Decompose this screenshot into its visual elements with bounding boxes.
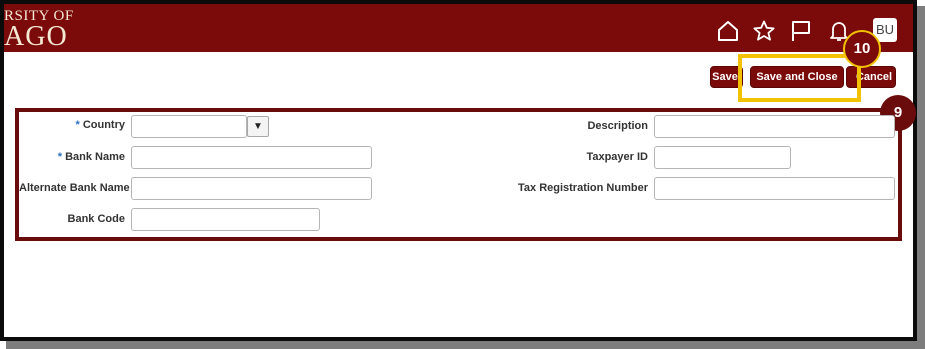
alternate-bank-name-label: Alternate Bank Name [19, 182, 130, 194]
home-icon[interactable] [716, 19, 740, 43]
country-select[interactable] [131, 115, 247, 138]
taxpayer-id-label: Taxpayer ID [586, 151, 648, 163]
country-label: * Country [75, 119, 125, 131]
tax-registration-number-input[interactable] [654, 177, 895, 200]
app-header: RSITY OF AGO BU [4, 4, 913, 52]
bank-code-input[interactable] [131, 208, 320, 231]
star-icon[interactable] [752, 19, 776, 43]
bank-code-label: Bank Code [67, 213, 125, 225]
description-input[interactable] [654, 115, 895, 138]
bank-name-input[interactable] [131, 146, 372, 169]
alternate-bank-name-input[interactable] [131, 177, 372, 200]
required-marker: * [75, 119, 80, 131]
tax-registration-number-label: Tax Registration Number [518, 182, 648, 194]
flag-icon[interactable] [789, 19, 813, 43]
required-marker: * [57, 151, 63, 163]
step-10-badge: 10 [843, 30, 881, 68]
app-window: RSITY OF AGO BU Save Save and Close Canc… [0, 0, 917, 341]
logo-line2: AGO [4, 21, 68, 52]
taxpayer-id-input[interactable] [654, 146, 791, 169]
description-label: Description [587, 120, 648, 132]
chevron-down-icon[interactable]: ▼ [247, 116, 269, 137]
save-close-highlight [738, 54, 861, 102]
bank-name-label: * Bank Name [57, 151, 125, 163]
